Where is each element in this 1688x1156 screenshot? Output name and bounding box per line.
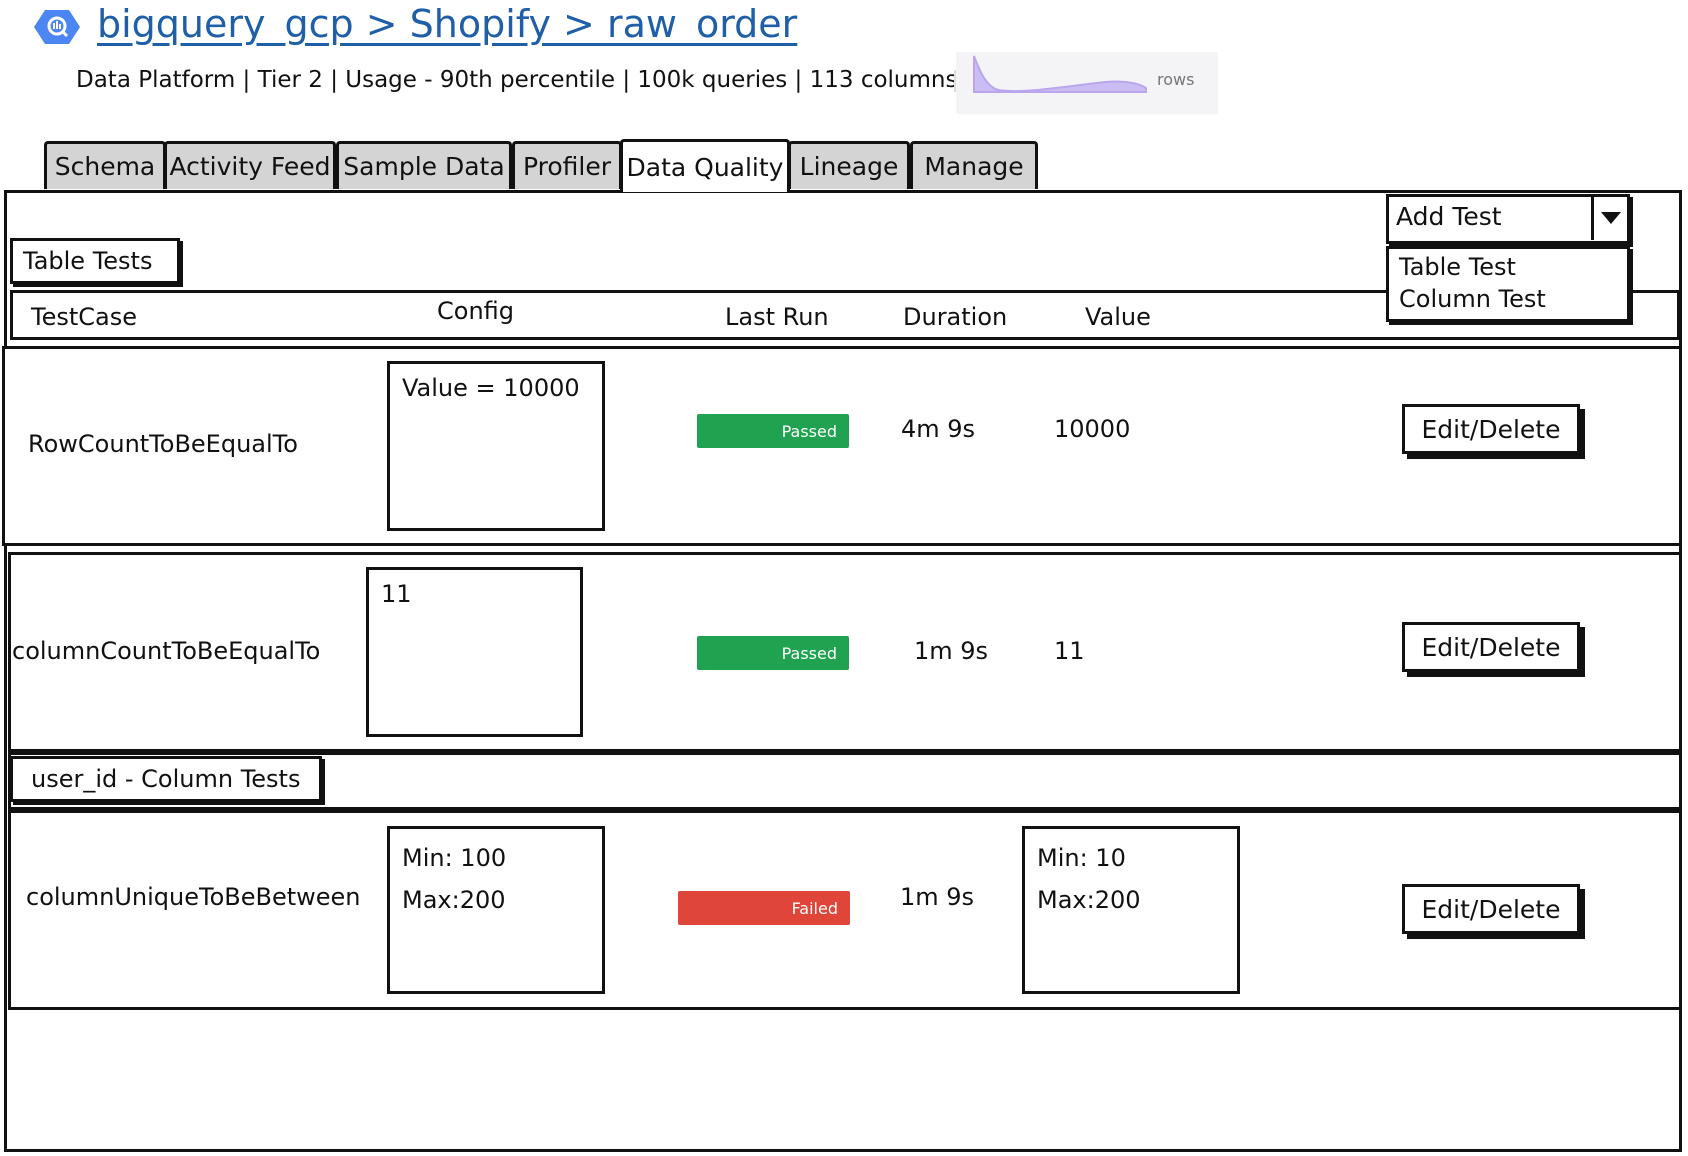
value-box: Min: 10 Max:200: [1022, 826, 1240, 994]
tab-profiler[interactable]: Profiler: [512, 141, 622, 189]
edit-delete-button[interactable]: Edit/Delete: [1402, 884, 1580, 934]
duration-value: 1m 9s: [914, 637, 989, 665]
config-box: Min: 100 Max:200: [387, 826, 605, 994]
value-max: Max:200: [1037, 886, 1141, 914]
status-badge: Passed: [697, 414, 849, 448]
column-tests-heading: user_id - Column Tests: [10, 756, 322, 802]
tab-sample-data[interactable]: Sample Data: [336, 141, 512, 189]
testcase-name: RowCountToBeEqualTo: [28, 430, 298, 458]
column-header-last-run: Last Run: [725, 303, 829, 331]
tab-schema[interactable]: Schema: [44, 141, 166, 189]
testcase-name: columnUniqueToBeBetween: [26, 883, 361, 911]
duration-value: 4m 9s: [901, 415, 976, 443]
config-box: 11: [366, 567, 583, 737]
breadcrumb-title[interactable]: bigquery_gcp > Shopify > raw_order: [97, 2, 797, 46]
result-value: 11: [1054, 637, 1085, 665]
tab-activity-feed[interactable]: Activity Feed: [164, 141, 336, 189]
result-value: 10000: [1054, 415, 1131, 443]
add-test-menu: Table Test Column Test: [1386, 246, 1630, 322]
sparkline-label: rows: [1157, 70, 1195, 89]
column-header-duration: Duration: [903, 303, 1008, 331]
status-badge: Passed: [697, 636, 849, 670]
menu-item-column-test[interactable]: Column Test: [1399, 285, 1546, 313]
table-tests-heading: Table Tests: [10, 238, 180, 284]
value-min: Min: 10: [1037, 844, 1126, 872]
edit-delete-button[interactable]: Edit/Delete: [1402, 622, 1580, 672]
column-header-value: Value: [1085, 303, 1151, 331]
tab-data-quality[interactable]: Data Quality: [620, 139, 790, 192]
status-badge: Failed: [678, 891, 850, 925]
config-box: Value = 10000: [387, 361, 605, 531]
testcase-name: columnCountToBeEqualTo: [12, 637, 321, 665]
config-max: Max:200: [402, 886, 506, 914]
tab-manage[interactable]: Manage: [910, 141, 1038, 189]
tab-lineage[interactable]: Lineage: [788, 141, 910, 189]
edit-delete-button[interactable]: Edit/Delete: [1402, 404, 1580, 454]
add-test-label: Add Test: [1396, 202, 1502, 231]
config-value: 11: [381, 580, 412, 608]
duration-value: 1m 9s: [900, 883, 975, 911]
column-header-testcase: TestCase: [31, 303, 137, 331]
config-value: Value = 10000: [402, 374, 580, 402]
chevron-down-icon[interactable]: [1591, 196, 1628, 240]
table-metadata: Data Platform | Tier 2 | Usage - 90th pe…: [76, 67, 958, 93]
config-min: Min: 100: [402, 844, 507, 872]
column-header-config: Config: [437, 297, 515, 325]
bigquery-icon: [34, 10, 80, 44]
menu-item-table-test[interactable]: Table Test: [1399, 253, 1516, 281]
